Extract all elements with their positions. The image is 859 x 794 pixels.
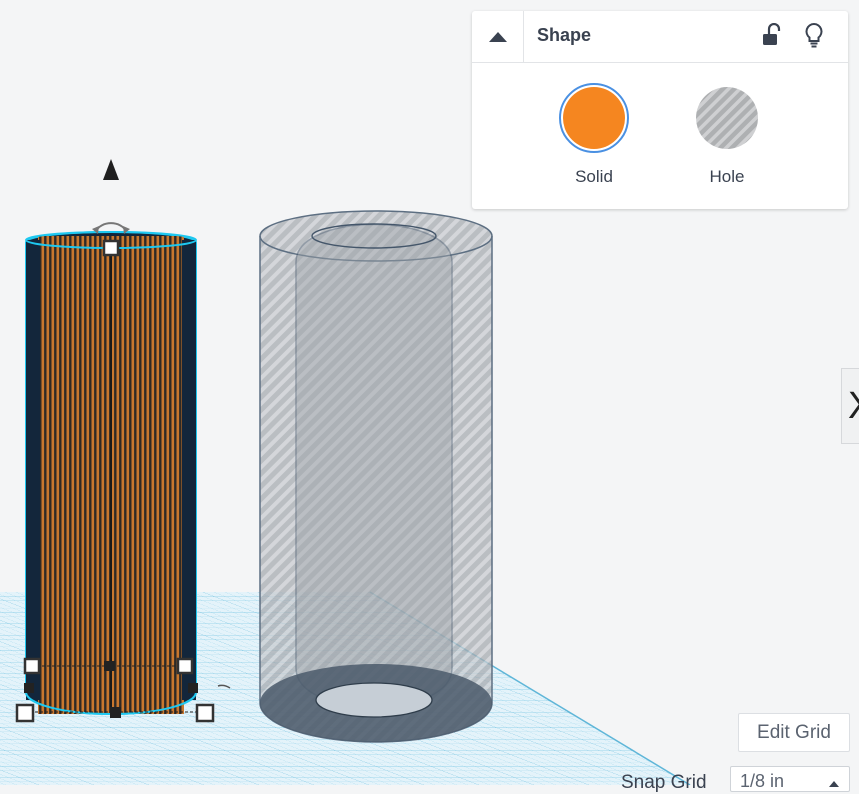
edit-grid-button[interactable]: Edit Grid (738, 713, 850, 752)
solid-cylinder[interactable] (25, 231, 205, 715)
lift-arrow-handle[interactable] (103, 159, 119, 180)
shape-inspector: Shape Solid Hole (472, 11, 848, 209)
hole-cylinder[interactable] (259, 210, 493, 743)
hole-pattern-icon (696, 87, 758, 149)
shapes-panel-toggle[interactable]: X (841, 368, 859, 444)
snap-grid-select[interactable]: 1/8 in (730, 766, 850, 792)
hole-label: Hole (709, 167, 745, 186)
solid-swatch[interactable] (559, 83, 629, 153)
unlock-icon (763, 23, 781, 45)
hole-option[interactable]: Hole (687, 83, 767, 187)
inspector-title: Shape (537, 25, 592, 45)
snap-grid-value: 1/8 in (740, 771, 785, 791)
collapse-button[interactable] (472, 11, 524, 62)
chevron-up-icon (829, 781, 839, 787)
hole-swatch[interactable] (692, 83, 762, 153)
light-toggle-button[interactable] (801, 21, 827, 49)
snap-grid-label: Snap Grid (621, 772, 707, 793)
solid-option[interactable]: Solid (554, 83, 634, 187)
solid-label: Solid (575, 167, 613, 186)
lock-toggle-button[interactable] (758, 21, 784, 49)
inspector-header: Shape (472, 11, 848, 63)
lightbulb-icon (805, 22, 823, 48)
caret-up-icon (488, 31, 507, 42)
height-handle[interactable] (102, 239, 120, 257)
side-tab-glyph: X (848, 387, 859, 425)
